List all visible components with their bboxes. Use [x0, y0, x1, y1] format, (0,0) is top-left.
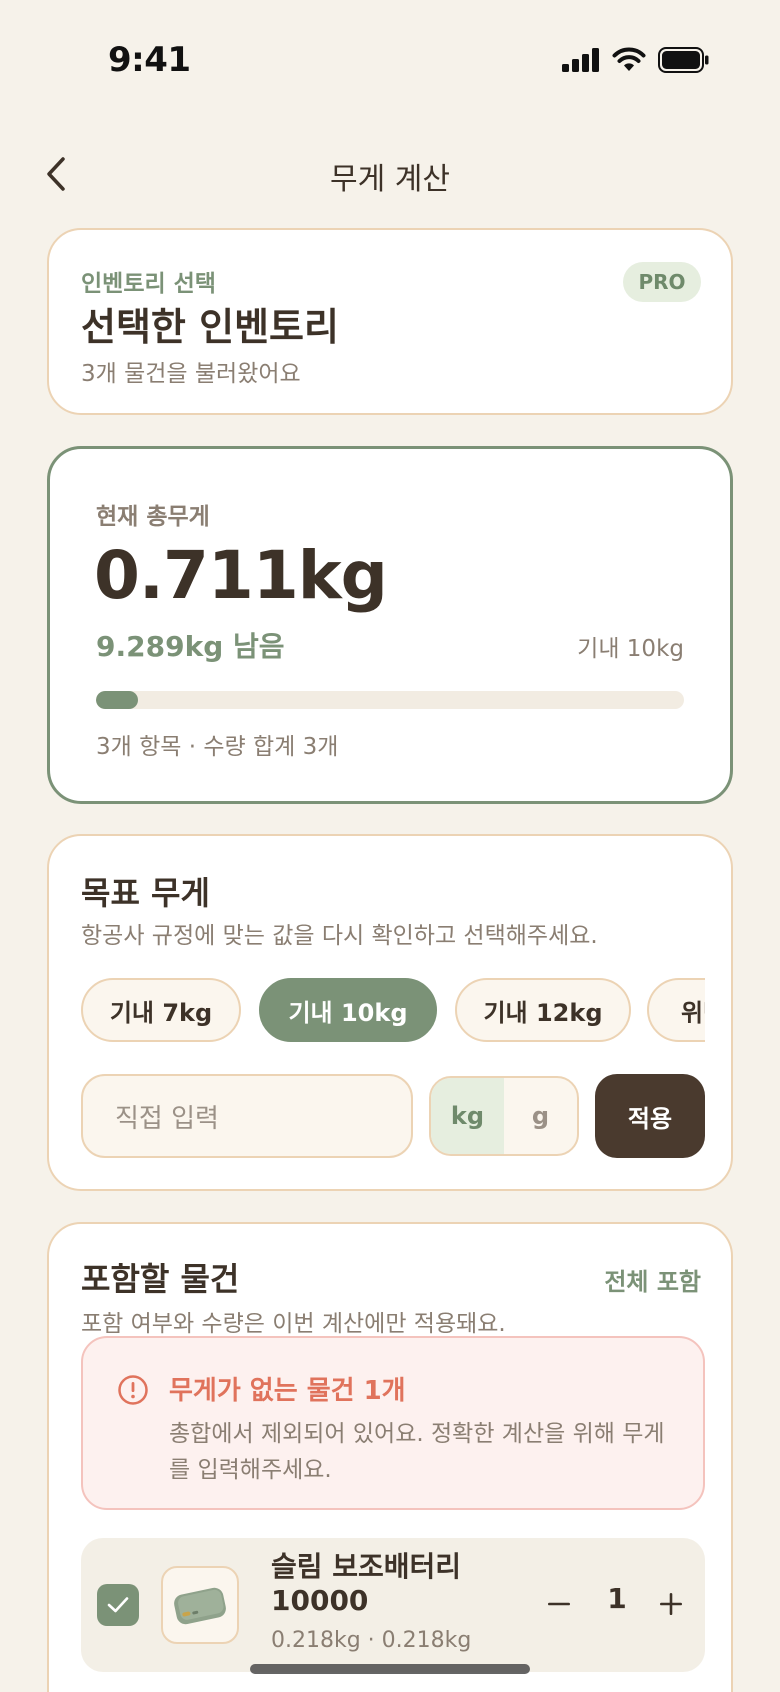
quantity-decrease-button[interactable]	[541, 1584, 577, 1624]
item-name: 슬림 보조배터리 10000	[271, 1550, 462, 1617]
alert-circle-icon	[118, 1375, 148, 1405]
inventory-title: 선택한 인벤토리	[81, 305, 339, 349]
item-thumbnail	[161, 1566, 239, 1644]
missing-weight-warning[interactable]: 무게가 없는 물건 1개 총합에서 제외되어 있어요. 정확한 계산을 위해 무…	[81, 1336, 705, 1510]
target-weight-description: 항공사 규정에 맞는 값을 다시 확인하고 선택해주세요.	[81, 923, 598, 949]
list-item[interactable]: 슬림 보조배터리 10000 0.218kg · 0.218kg 1	[81, 1538, 705, 1672]
quantity-increase-button[interactable]	[653, 1584, 689, 1624]
total-weight-label: 현재 총무게	[96, 504, 210, 530]
weight-summary-card: 현재 총무게 0.711kg 9.289kg 남음 기내 10kg 3개 항목 …	[47, 446, 733, 804]
quantity-value: 1	[607, 1582, 627, 1615]
inventory-description: 3개 물건을 불러왔어요	[81, 361, 301, 387]
item-checkbox[interactable]	[97, 1584, 139, 1626]
items-description: 포함 여부와 수량은 이번 계산에만 적용돼요.	[81, 1311, 506, 1337]
weight-limit: 기내 10kg	[577, 636, 684, 662]
home-indicator	[250, 1664, 530, 1674]
include-all-button[interactable]: 전체 포함	[604, 1262, 701, 1297]
unit-toggle: kg g	[429, 1076, 579, 1156]
wifi-icon	[612, 47, 646, 71]
custom-weight-input[interactable]: 직접 입력	[81, 1074, 413, 1158]
remaining-weight: 9.289kg 남음	[96, 630, 285, 663]
total-weight-value: 0.711kg	[94, 537, 388, 614]
status-time: 9:41	[108, 40, 191, 80]
items-card: 포함할 물건 전체 포함 포함 여부와 수량은 이번 계산에만 적용돼요. 무게…	[47, 1222, 733, 1692]
chip-cabin-10kg[interactable]: 기내 10kg	[259, 978, 437, 1042]
chip-cabin-12kg[interactable]: 기내 12kg	[455, 978, 631, 1042]
pro-badge: PRO	[623, 262, 701, 302]
unit-g-option[interactable]: g	[504, 1078, 577, 1154]
plus-icon	[660, 1593, 682, 1615]
weight-progress-fill	[96, 691, 138, 709]
target-weight-card: 목표 무게 항공사 규정에 맞는 값을 다시 확인하고 선택해주세요. 기내 7…	[47, 834, 733, 1191]
target-weight-title: 목표 무게	[81, 874, 210, 912]
item-count-summary: 3개 항목 · 수량 합계 3개	[96, 734, 339, 760]
unit-kg-option[interactable]: kg	[431, 1078, 504, 1154]
apply-button[interactable]: 적용	[595, 1074, 705, 1158]
power-bank-icon	[174, 1587, 226, 1625]
page-title: 무게 계산	[330, 162, 450, 197]
items-title: 포함할 물건	[81, 1260, 240, 1298]
chip-cabin-7kg[interactable]: 기내 7kg	[81, 978, 241, 1042]
minus-icon	[548, 1602, 570, 1606]
target-chip-list: 기내 7kg 기내 10kg 기내 12kg 위탁	[81, 978, 705, 1044]
status-icons	[562, 46, 710, 74]
checkmark-icon	[107, 1597, 129, 1613]
inventory-card[interactable]: 인벤토리 선택 선택한 인벤토리 3개 물건을 불러왔어요 PRO	[47, 228, 733, 415]
weight-progress-bar	[96, 691, 684, 709]
warning-title: 무게가 없는 물건 1개	[169, 1376, 406, 1406]
cellular-signal-icon	[562, 48, 599, 72]
battery-icon	[658, 47, 709, 73]
inventory-subtitle: 인벤토리 선택	[81, 271, 216, 297]
warning-body: 총합에서 제외되어 있어요. 정확한 계산을 위해 무게를 입력해주세요.	[169, 1421, 665, 1483]
chip-checked-baggage[interactable]: 위탁	[647, 978, 705, 1042]
item-weight: 0.218kg · 0.218kg	[271, 1628, 472, 1653]
